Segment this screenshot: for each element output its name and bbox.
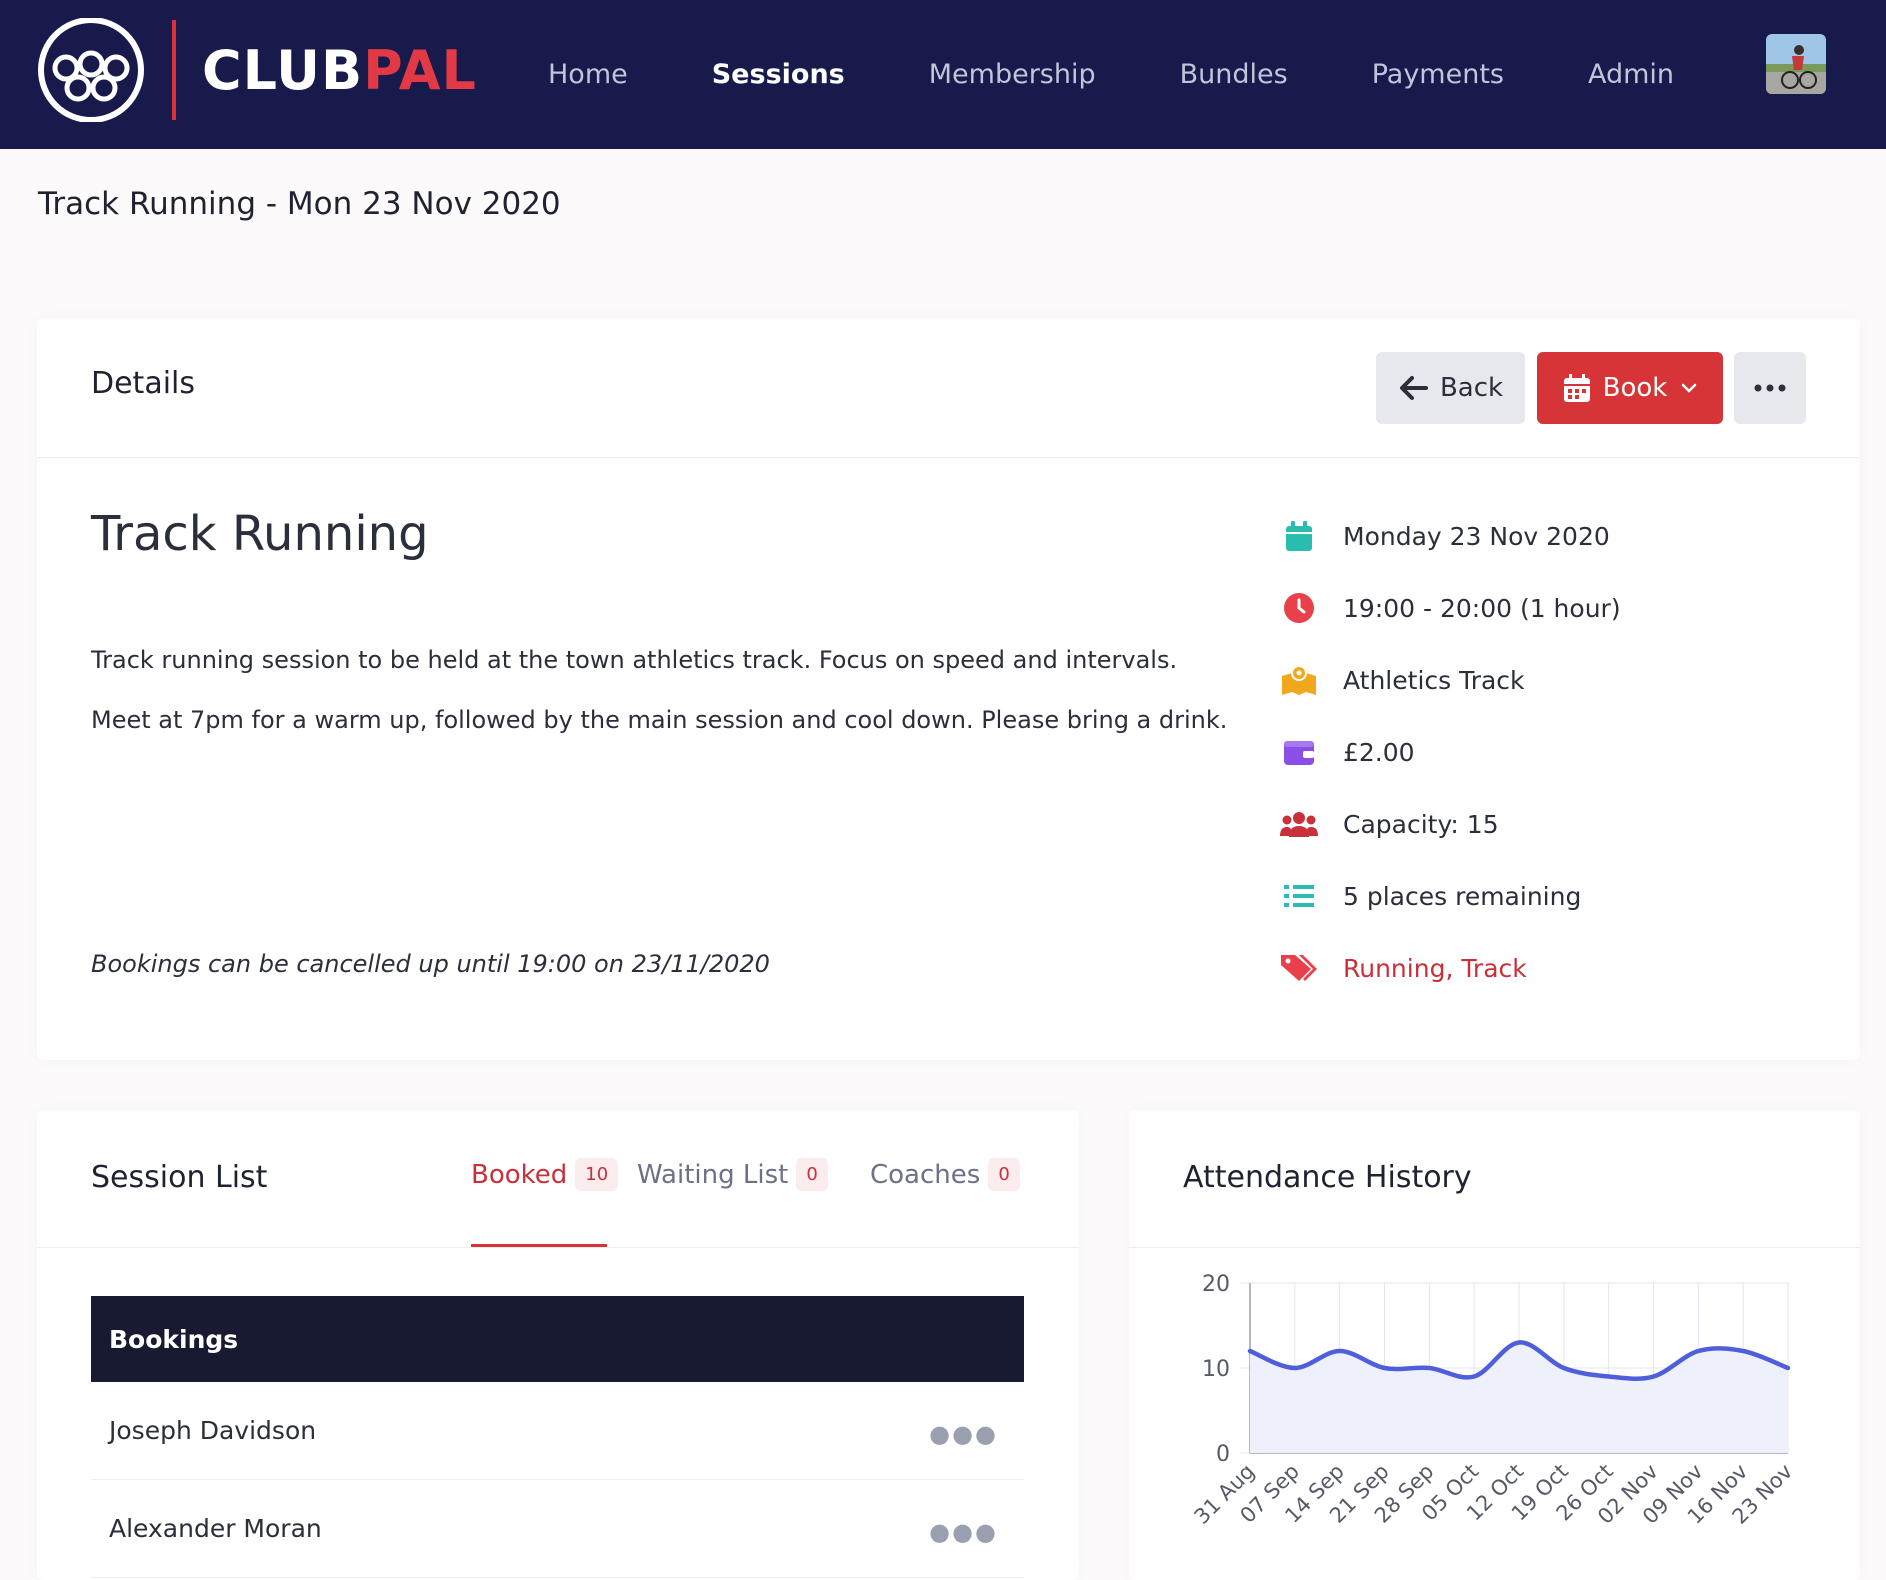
info-remaining: 5 places remaining	[1277, 874, 1321, 918]
nav-membership[interactable]: Membership	[929, 59, 1096, 90]
session-list-card: Session List Booked 10 Waiting List 0 Co…	[37, 1110, 1079, 1580]
book-button-label: Book	[1603, 373, 1668, 403]
back-button[interactable]: Back	[1376, 352, 1525, 424]
nav-sessions[interactable]: Sessions	[712, 59, 845, 90]
session-description-line-1: Track running session to be held at the …	[91, 646, 1177, 674]
active-tab-indicator	[471, 1244, 607, 1247]
nav-home[interactable]: Home	[548, 59, 628, 90]
list-icon	[1277, 874, 1321, 918]
details-card-header: Details Back Book	[37, 318, 1860, 458]
details-title: Details	[91, 366, 195, 401]
tab-booked[interactable]: Booked 10	[471, 1158, 618, 1191]
table-row: Alexander Moran ●●●	[91, 1480, 1024, 1578]
session-price: £2.00	[1343, 738, 1415, 767]
places-remaining: 5 places remaining	[1343, 882, 1581, 911]
nav-payments[interactable]: Payments	[1372, 59, 1504, 90]
attendance-history-card: Attendance History 0102031 Aug07 Sep14 S…	[1129, 1110, 1860, 1580]
series-area	[1250, 1342, 1788, 1453]
info-tags: Running, Track	[1277, 946, 1321, 990]
ellipsis-icon	[1754, 384, 1786, 392]
attendance-history-title: Attendance History	[1183, 1160, 1472, 1195]
chevron-down-icon	[1681, 382, 1697, 394]
attendee-name: Joseph Davidson	[109, 1416, 316, 1445]
tab-booked-label: Booked	[471, 1160, 567, 1190]
info-price: £2.00	[1277, 730, 1321, 774]
tab-waiting-list-label: Waiting List	[637, 1160, 788, 1190]
info-date: Monday 23 Nov 2020	[1277, 514, 1321, 558]
calendar-icon	[1277, 514, 1321, 558]
brand-logo[interactable]: CLUBPAL	[36, 18, 477, 122]
y-tick-label: 0	[1216, 1442, 1230, 1467]
session-list-title: Session List	[91, 1160, 267, 1195]
y-tick-label: 20	[1202, 1272, 1230, 1297]
main-nav: Home Sessions Membership Bundles Payment…	[548, 0, 1758, 149]
clubpal-logo-icon	[36, 18, 146, 122]
arrow-left-icon	[1398, 375, 1428, 401]
back-button-label: Back	[1440, 373, 1503, 403]
y-tick-label: 10	[1202, 1357, 1230, 1382]
session-list-header: Session List Booked 10 Waiting List 0 Co…	[37, 1110, 1079, 1248]
avatar[interactable]	[1766, 34, 1826, 94]
waiting-list-count-badge: 0	[796, 1158, 827, 1191]
page-title: Track Running - Mon 23 Nov 2020	[38, 186, 561, 222]
cancellation-note: Bookings can be cancelled up until 19:00…	[91, 950, 770, 978]
tags-icon	[1277, 946, 1321, 990]
calendar-icon	[1563, 373, 1591, 403]
bookings-header: Bookings	[91, 1296, 1024, 1382]
row-more-icon[interactable]: ●●●	[929, 1518, 998, 1546]
booked-count-badge: 10	[575, 1158, 618, 1191]
nav-bundles[interactable]: Bundles	[1180, 59, 1288, 90]
users-icon	[1277, 802, 1321, 846]
tab-coaches[interactable]: Coaches 0	[870, 1158, 1020, 1191]
attendee-name: Alexander Moran	[109, 1514, 322, 1543]
top-navbar: CLUBPAL Home Sessions Membership Bundles…	[0, 0, 1886, 149]
attendance-history-header: Attendance History	[1129, 1110, 1860, 1248]
session-description-line-2: Meet at 7pm for a warm up, followed by t…	[91, 706, 1227, 734]
session-time: 19:00 - 20:00 (1 hour)	[1343, 594, 1621, 623]
map-icon	[1277, 658, 1321, 702]
more-options-button[interactable]	[1734, 352, 1806, 424]
row-more-icon[interactable]: ●●●	[929, 1420, 998, 1448]
info-time: 19:00 - 20:00 (1 hour)	[1277, 586, 1321, 630]
table-row: Joseph Davidson ●●●	[91, 1382, 1024, 1480]
coaches-count-badge: 0	[988, 1158, 1019, 1191]
logo-divider	[172, 20, 176, 120]
session-name: Track Running	[91, 506, 429, 562]
tab-coaches-label: Coaches	[870, 1160, 980, 1190]
details-card: Details Back Book	[37, 318, 1860, 1060]
session-location: Athletics Track	[1343, 666, 1525, 695]
clock-icon	[1277, 586, 1321, 630]
info-capacity: Capacity: 15	[1277, 802, 1321, 846]
info-location: Athletics Track	[1277, 658, 1321, 702]
session-capacity: Capacity: 15	[1343, 810, 1499, 839]
wallet-icon	[1277, 730, 1321, 774]
book-button[interactable]: Book	[1537, 352, 1723, 424]
tab-waiting-list[interactable]: Waiting List 0	[637, 1158, 828, 1191]
brand-name: CLUBPAL	[202, 39, 477, 102]
session-tags[interactable]: Running, Track	[1343, 954, 1527, 983]
attendance-chart: 0102031 Aug07 Sep14 Sep21 Sep28 Sep05 Oc…	[1129, 1248, 1860, 1580]
nav-admin[interactable]: Admin	[1588, 59, 1674, 90]
user-avatar-image	[1766, 34, 1826, 94]
session-date: Monday 23 Nov 2020	[1343, 522, 1610, 551]
